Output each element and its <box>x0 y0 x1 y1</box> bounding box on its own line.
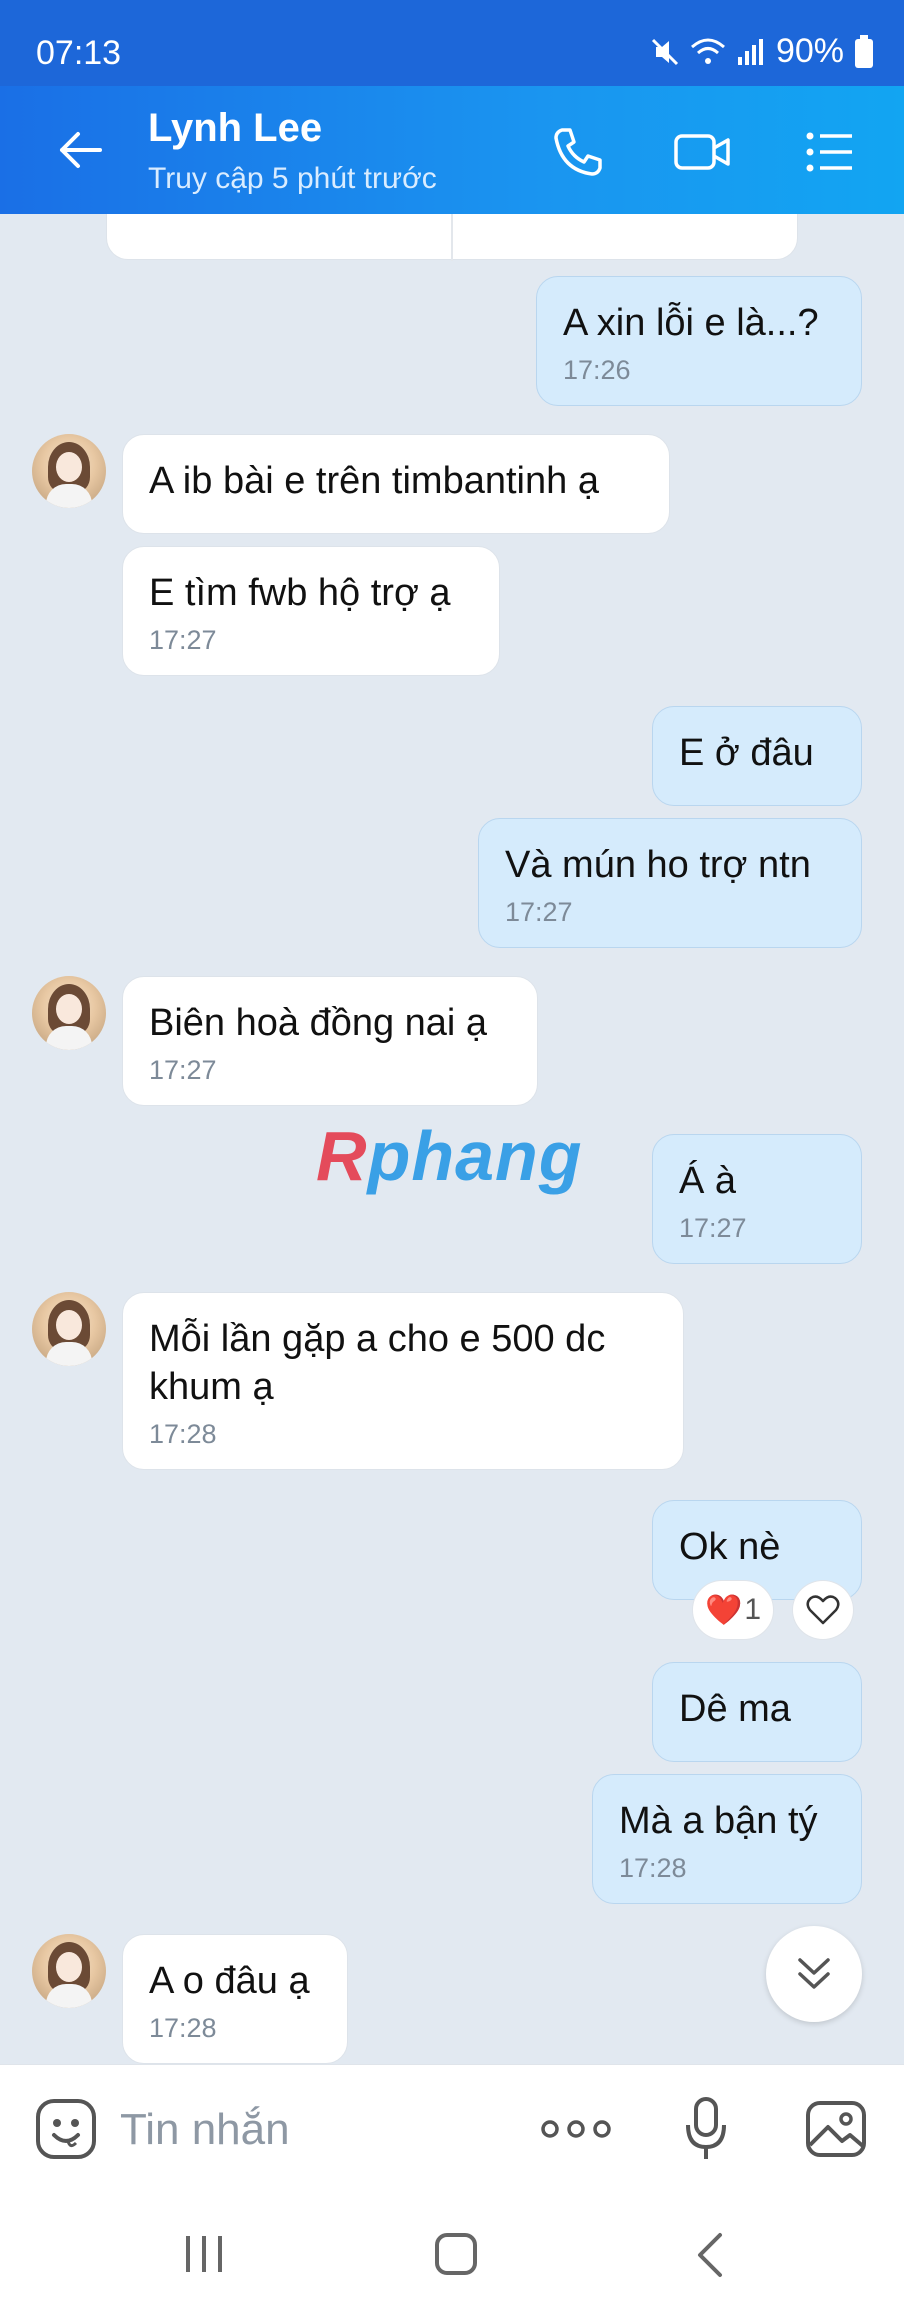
contact-avatar[interactable] <box>32 1292 106 1366</box>
recent-apps-icon[interactable] <box>182 2234 226 2274</box>
message-bubble-outgoing[interactable]: E ở đâu <box>652 706 862 806</box>
contact-avatar[interactable] <box>32 1934 106 2008</box>
message-text: E tìm fwb hộ trợ ạ <box>149 572 451 614</box>
emoji-sticker-icon[interactable] <box>34 2097 98 2161</box>
reaction-count-badge[interactable]: ❤️ 1 <box>692 1580 774 1640</box>
message-text: Ok nè <box>679 1526 781 1568</box>
system-navigation-bar <box>0 2194 904 2316</box>
message-bubble-outgoing[interactable]: Dê ma <box>652 1662 862 1762</box>
react-button[interactable] <box>792 1580 854 1640</box>
message-bubble-incoming[interactable]: E tìm fwb hộ trợ ạ 17:27 <box>122 546 500 676</box>
wifi-icon <box>690 38 725 64</box>
video-camera-icon[interactable] <box>672 122 732 182</box>
message-text: Biên hoà đồng nai ạ <box>149 1002 488 1044</box>
status-icons: 90% <box>650 32 874 71</box>
contact-avatar[interactable] <box>32 434 106 508</box>
message-input[interactable]: Tin nhắn <box>120 2105 290 2155</box>
message-text: A o đâu ạ <box>149 1960 310 2002</box>
message-bubble-outgoing[interactable]: Và mún ho trợ ntn 17:27 <box>478 818 862 948</box>
message-text: Và mún ho trợ ntn <box>505 844 811 886</box>
message-bubble-outgoing[interactable]: Mà a bận tý 17:28 <box>592 1774 862 1904</box>
previous-card-partial <box>106 214 798 261</box>
reaction-count: 1 <box>744 1593 762 1626</box>
message-bubble-outgoing[interactable]: A xin lỗi e là...? 17:26 <box>536 276 862 406</box>
contact-name[interactable]: Lynh Lee <box>148 106 322 151</box>
image-gallery-icon[interactable] <box>804 2099 868 2159</box>
message-time: 17:27 <box>679 1213 747 1243</box>
scroll-to-bottom-button[interactable] <box>766 1926 862 2022</box>
message-bubble-incoming[interactable]: A o đâu ạ 17:28 <box>122 1934 348 2064</box>
message-text: E ở đâu <box>679 732 814 774</box>
message-time: 17:28 <box>149 1419 217 1449</box>
home-icon[interactable] <box>434 2232 478 2276</box>
back-nav-icon[interactable] <box>694 2232 724 2278</box>
message-text: Mà a bận tý <box>619 1800 818 1842</box>
message-time: 17:27 <box>505 897 573 927</box>
message-bubble-incoming[interactable]: Biên hoà đồng nai ạ 17:27 <box>122 976 538 1106</box>
message-text: A xin lỗi e là...? <box>563 302 819 344</box>
message-text: A ib bài e trên timbantinh ạ <box>149 460 599 502</box>
status-bar: 07:13 90% <box>0 0 904 86</box>
contact-avatar[interactable] <box>32 976 106 1050</box>
message-bubble-incoming[interactable]: Mỗi lần gặp a cho e 500 dc khum ạ 17:28 <box>122 1292 684 1470</box>
battery-icon <box>855 34 873 68</box>
microphone-icon[interactable] <box>684 2095 728 2163</box>
chat-header: Lynh Lee Truy cập 5 phút trước <box>0 86 904 214</box>
message-time: 17:27 <box>149 1055 217 1085</box>
status-time: 07:13 <box>36 34 122 72</box>
message-time: 17:27 <box>149 625 217 655</box>
message-time: 17:28 <box>619 1853 687 1883</box>
heart-filled-icon: ❤️ <box>704 1593 743 1627</box>
message-text: Mỗi lần gặp a cho e 500 dc khum ạ <box>149 1318 606 1408</box>
message-list[interactable]: A xin lỗi e là...? 17:26 A ib bài e trên… <box>0 214 904 2064</box>
watermark-logo: Rphang <box>316 1117 583 1195</box>
message-text: Dê ma <box>679 1688 791 1730</box>
double-chevron-down-icon <box>798 1958 830 1989</box>
message-time: 17:26 <box>563 355 631 385</box>
message-composer: Tin nhắn <box>0 2064 904 2194</box>
back-arrow-icon[interactable] <box>52 122 108 178</box>
heart-outline-icon <box>806 1595 840 1625</box>
message-bubble-incoming[interactable]: A ib bài e trên timbantinh ạ <box>122 434 670 534</box>
phone-icon[interactable] <box>548 122 608 182</box>
list-menu-icon[interactable] <box>800 122 860 182</box>
last-seen-status: Truy cập 5 phút trước <box>148 162 437 195</box>
message-bubble-outgoing[interactable]: Á à 17:27 <box>652 1134 862 1264</box>
more-dots-icon[interactable] <box>540 2109 612 2149</box>
signal-icon <box>737 38 763 65</box>
message-text: Á à <box>679 1160 737 1202</box>
mute-vibrate-icon <box>651 38 678 65</box>
message-time: 17:28 <box>149 2013 217 2043</box>
battery-percent: 90% <box>775 32 844 70</box>
